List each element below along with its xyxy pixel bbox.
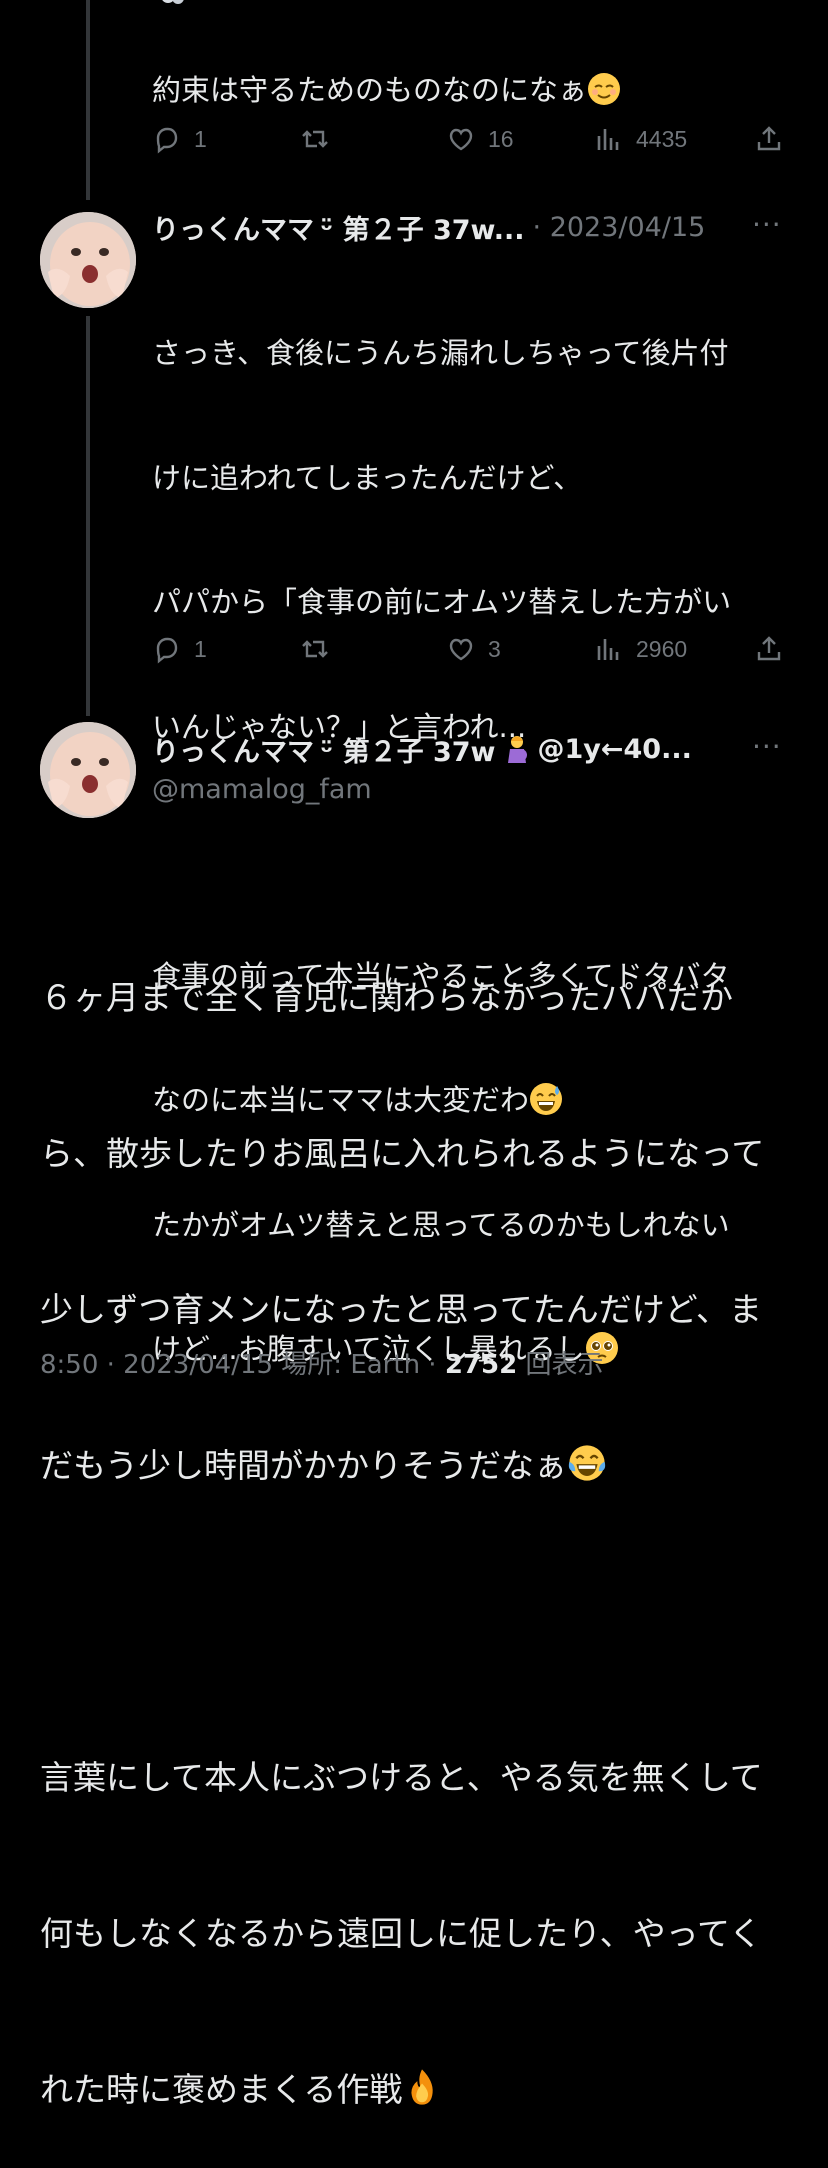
tweet-text-line: けに追われてしまったんだけど、 bbox=[152, 460, 583, 495]
relieved-face-emoji-icon bbox=[587, 72, 621, 106]
thread-connector-line bbox=[86, 316, 90, 716]
pregnant-woman-emoji-icon bbox=[500, 733, 534, 767]
tweet-text: 約束は守るためのものなのになぁ bbox=[152, 70, 621, 112]
analytics-icon bbox=[597, 639, 619, 660]
view-label: 回表示 bbox=[517, 1350, 604, 1380]
reply-count: 1 bbox=[194, 635, 207, 662]
tweet-text-line: 少しずつ育メンになったと思ってたんだけど、ま bbox=[40, 1290, 763, 1329]
reply-button[interactable]: 1 bbox=[152, 124, 207, 154]
views-button[interactable]: 4435 bbox=[594, 124, 687, 154]
tears-of-joy-emoji-icon bbox=[567, 1443, 607, 1483]
more-options-icon[interactable]: ··· bbox=[752, 208, 782, 241]
analytics-icon bbox=[597, 129, 619, 150]
tweet-text-line: さっき、食後にうんち漏れしちゃって後片付 bbox=[152, 336, 729, 370]
user-handle[interactable]: @mamalog_fam bbox=[152, 774, 372, 805]
reply-button[interactable]: 1 bbox=[152, 634, 207, 664]
tweet-text-line: だもう少し時間がかかりそうだなぁ bbox=[40, 1446, 568, 1485]
avatar[interactable] bbox=[40, 722, 136, 818]
partial-emoji-icon bbox=[156, 0, 192, 12]
avatar[interactable] bbox=[40, 212, 136, 308]
tweet-header: りっくんママ ᵕ̈ 第２子 37w... · 2023/04/15 bbox=[152, 208, 705, 247]
tweet-text-line: パパから「食事の前にオムツ替えした方がい bbox=[152, 585, 732, 619]
like-button[interactable]: 3 bbox=[446, 634, 501, 664]
reply-count: 1 bbox=[194, 125, 207, 152]
fire-emoji-icon bbox=[402, 2067, 442, 2107]
tweet-date[interactable]: · 2023/04/15 bbox=[533, 212, 706, 243]
tweet-text-line: 何もしなくなるから遠回しに促したり、やってく bbox=[40, 1914, 763, 1953]
retweet-icon bbox=[302, 130, 328, 148]
tweet-text-line: ら、散歩したりお風呂に入れられるようになって bbox=[40, 1134, 765, 1173]
more-options-icon[interactable]: ··· bbox=[752, 730, 782, 763]
retweet-button[interactable] bbox=[300, 634, 342, 664]
heart-icon bbox=[449, 638, 473, 661]
display-name-tail: @1y←40... bbox=[537, 734, 692, 765]
reply-icon bbox=[156, 637, 178, 664]
tweet-text-line: 言葉にして本人にぶつけると、やる気を無くして bbox=[40, 1758, 763, 1797]
display-name[interactable]: りっくんママ bbox=[152, 730, 314, 769]
share-icon bbox=[757, 126, 781, 151]
tweet-header: りっくんママ ᵕ̈ 第２子 37w @1y←40... bbox=[152, 730, 692, 769]
tweet-timestamp[interactable]: 8:50 · 2023/04/15 場所: Earth · bbox=[40, 1350, 445, 1380]
heart-icon bbox=[449, 128, 473, 151]
tweet-timestamp-row: 8:50 · 2023/04/15 場所: Earth · 2752 回表示 bbox=[40, 1344, 603, 1381]
view-count: 2752 bbox=[444, 1350, 518, 1380]
display-name-suffix: ᵕ̈ 第２子 37w bbox=[320, 737, 496, 768]
tweet-text: ６ヶ月まで全く育児に関わらなかったパパだか ら、散歩したりお風呂に入れられるよう… bbox=[40, 868, 800, 2168]
like-count: 16 bbox=[488, 125, 514, 152]
display-name-suffix: ᵕ̈ 第２子 37w... bbox=[320, 215, 525, 246]
display-name[interactable]: りっくんママ bbox=[152, 208, 314, 247]
share-icon bbox=[757, 636, 781, 661]
view-count: 4435 bbox=[636, 125, 688, 152]
like-button[interactable]: 16 bbox=[446, 124, 514, 154]
tweet-actions: 1 16 4435 bbox=[152, 124, 792, 164]
retweet-button[interactable] bbox=[300, 124, 342, 154]
reply-icon bbox=[156, 127, 178, 154]
share-button[interactable] bbox=[754, 124, 796, 154]
like-count: 3 bbox=[488, 635, 501, 662]
tweet-text-line: ６ヶ月まで全く育児に関わらなかったパパだか bbox=[40, 978, 733, 1017]
share-button[interactable] bbox=[754, 634, 796, 664]
view-count: 2960 bbox=[636, 635, 688, 662]
tweet-actions: 1 3 2960 bbox=[152, 634, 792, 674]
thread-connector-line bbox=[86, 0, 90, 200]
views-button[interactable]: 2960 bbox=[594, 634, 687, 664]
retweet-icon bbox=[302, 640, 328, 658]
tweet-text-line: れた時に褒めまくる作戦 bbox=[40, 2070, 403, 2109]
tweet-text-line: 約束は守るためのものなのになぁ bbox=[152, 73, 588, 107]
